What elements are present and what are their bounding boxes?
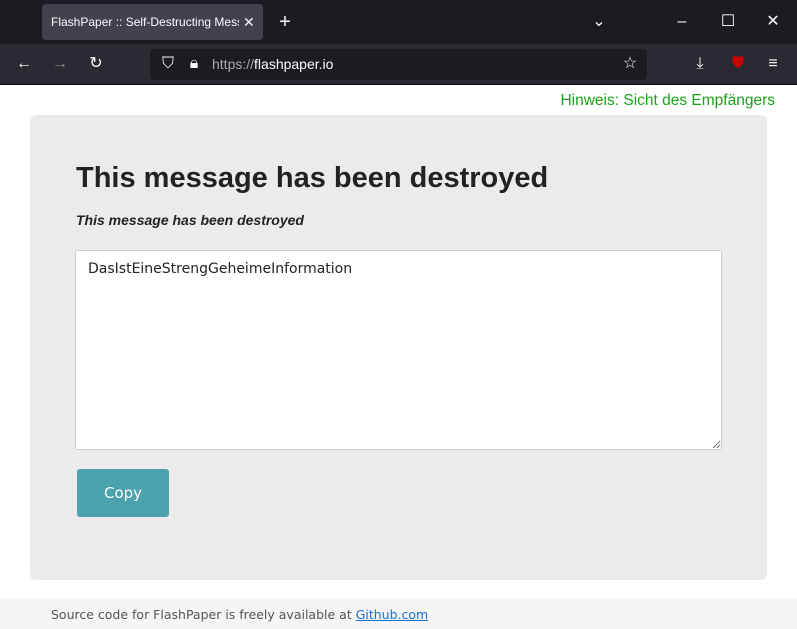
chevron-down-icon[interactable]: ⌄: [589, 12, 609, 32]
page-subtitle: This message has been destroyed: [76, 212, 304, 228]
shield-icon[interactable]: ⛉: [158, 54, 178, 74]
message-textarea[interactable]: DasIstEineStrengGeheimeInformation: [75, 250, 722, 450]
tab-flashpaper[interactable]: FlashPaper :: Self-Destructing Messa ✕: [42, 4, 263, 40]
page-title: This message has been destroyed: [76, 162, 549, 194]
maximize-icon[interactable]: ☐: [718, 12, 738, 32]
close-tab-icon[interactable]: ✕: [243, 14, 255, 31]
footer: Source code for FlashPaper is freely ava…: [0, 599, 797, 629]
message-card: This message has been destroyed This mes…: [30, 115, 767, 580]
nav-bar: ← → ↻ ⛉ 🔒︎ https://flashpaper.io ☆ ⤓ ⛊ ≡: [0, 44, 797, 85]
github-link[interactable]: Github.com: [356, 607, 429, 622]
ublock-icon[interactable]: ⛊: [728, 54, 748, 74]
bookmark-star-icon[interactable]: ☆: [620, 54, 640, 74]
tab-bar: FlashPaper :: Self-Destructing Messa ✕ +…: [0, 0, 797, 44]
minimize-icon[interactable]: –: [672, 12, 692, 32]
lock-icon[interactable]: 🔒︎: [184, 54, 204, 74]
footer-text: Source code for FlashPaper is freely ava…: [51, 607, 356, 622]
url-text: https://flashpaper.io: [212, 56, 334, 72]
menu-icon[interactable]: ≡: [763, 54, 783, 74]
back-icon[interactable]: ←: [14, 54, 34, 74]
reload-icon[interactable]: ↻: [86, 54, 106, 74]
address-bar[interactable]: ⛉ 🔒︎ https://flashpaper.io ☆: [150, 49, 647, 80]
new-tab-icon[interactable]: +: [275, 12, 295, 32]
forward-icon[interactable]: →: [50, 54, 70, 74]
download-icon[interactable]: ⤓: [690, 54, 710, 74]
tab-title: FlashPaper :: Self-Destructing Messa: [51, 15, 239, 29]
close-window-icon[interactable]: ✕: [763, 12, 783, 32]
recipient-view-hint: Hinweis: Sicht des Empfängers: [560, 92, 775, 109]
copy-button[interactable]: Copy: [77, 469, 169, 517]
